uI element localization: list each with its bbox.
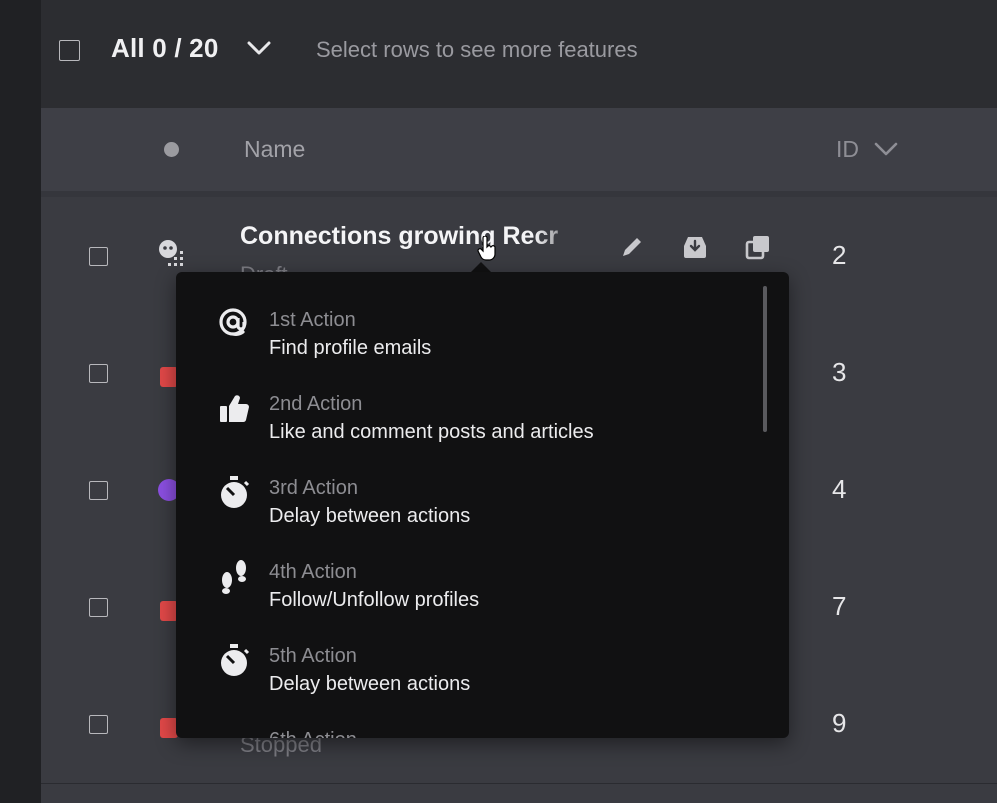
row-id: 2 [832, 240, 847, 270]
stopwatch-icon [221, 644, 250, 676]
action-step: 2nd Action [269, 393, 363, 415]
row-checkbox[interactable] [89, 364, 108, 383]
action-item: 2nd Action Like and comment posts and ar… [176, 368, 756, 452]
row-checkbox[interactable] [89, 481, 108, 500]
row-checkbox[interactable] [89, 247, 108, 266]
row-id: 7 [832, 591, 847, 621]
action-step: 3rd Action [269, 477, 358, 499]
thumbs-up-icon [220, 395, 249, 423]
status-column-icon [164, 142, 179, 157]
column-header-id[interactable]: ID [836, 136, 859, 163]
at-icon [219, 308, 247, 336]
column-header-name[interactable]: Name [244, 136, 305, 163]
select-all-checkbox[interactable] [59, 40, 80, 61]
action-step: 4th Action [269, 561, 357, 583]
chevron-down-icon[interactable] [245, 36, 273, 60]
edit-pencil-icon[interactable] [617, 232, 647, 262]
action-step: 5th Action [269, 645, 357, 667]
duplicate-icon[interactable] [743, 232, 773, 262]
footprints-icon [222, 560, 246, 594]
row-id: 9 [832, 708, 847, 738]
row-title[interactable]: Connections growing Recr [240, 222, 586, 251]
table-header: Name ID [41, 108, 997, 197]
action-step: 6th Action [269, 729, 357, 738]
popover-scrollbar[interactable] [763, 286, 767, 432]
hand-cursor-icon [477, 236, 496, 261]
action-step: 1st Action [269, 309, 356, 331]
action-item: 5th Action Delay between actions [176, 620, 756, 704]
action-item: 4th Action Follow/Unfollow profiles [176, 536, 756, 620]
selection-hint: Select rows to see more features [316, 37, 638, 62]
row-id: 3 [832, 357, 847, 387]
action-description: Delay between actions [269, 673, 471, 695]
stopwatch-icon [221, 476, 250, 508]
action-description: Find profile emails [269, 337, 432, 359]
sort-chevron-down-icon[interactable] [873, 138, 899, 160]
action-description: Follow/Unfollow profiles [269, 589, 480, 611]
row-checkbox[interactable] [89, 715, 108, 734]
actions-list[interactable]: 1st Action Find profile emails 2nd Actio… [176, 272, 789, 738]
action-description: Like and comment posts and articles [269, 421, 594, 443]
action-item: 6th Action [176, 704, 756, 738]
actions-popover: 1st Action Find profile emails 2nd Actio… [176, 272, 789, 738]
archive-icon[interactable] [680, 232, 710, 262]
action-description: Delay between actions [269, 505, 471, 527]
row-id: 4 [832, 474, 847, 504]
selection-count[interactable]: All 0 / 20 [111, 33, 219, 64]
left-rail [0, 0, 41, 803]
draft-status-icon [159, 240, 183, 266]
row-checkbox[interactable] [89, 598, 108, 617]
action-item: 3rd Action Delay between actions [176, 452, 756, 536]
action-item: 1st Action Find profile emails [176, 284, 756, 368]
